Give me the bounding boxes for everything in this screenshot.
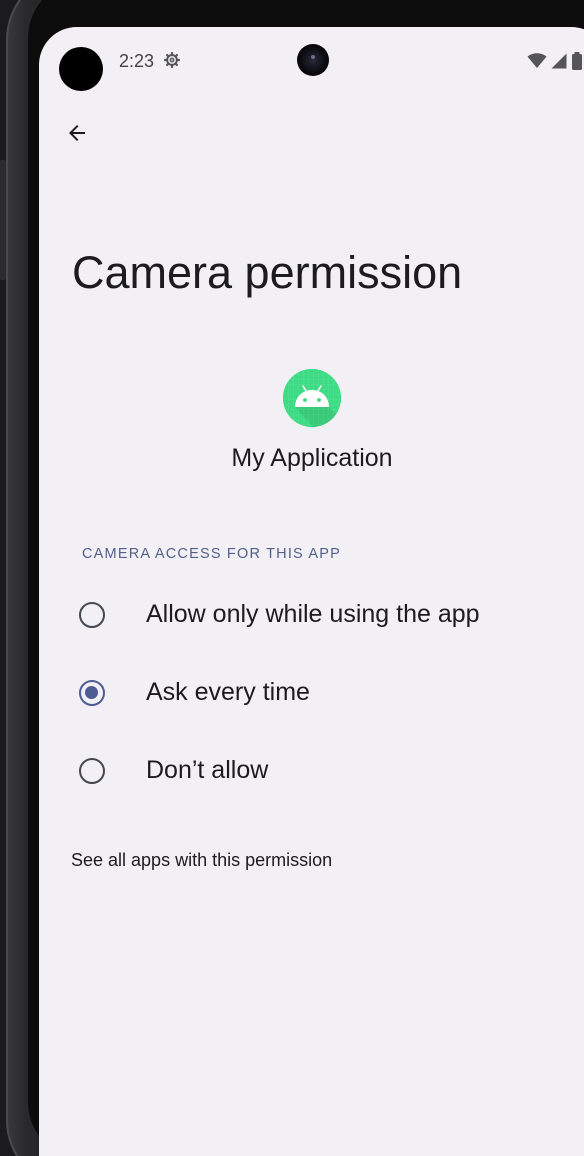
back-button[interactable] xyxy=(57,115,97,155)
wifi-icon xyxy=(527,53,547,74)
page-title: Camera permission xyxy=(72,247,463,298)
gear-icon xyxy=(163,51,181,69)
cellular-signal-icon xyxy=(551,53,567,74)
app-name: My Application xyxy=(231,444,393,472)
phone-device: 2:23 Camera permission My Application CA… xyxy=(0,0,584,1156)
radio-button[interactable] xyxy=(79,602,105,628)
option-label: Ask every time xyxy=(146,678,310,706)
android-app-icon xyxy=(283,369,341,427)
status-bar: 2:23 xyxy=(39,27,584,97)
radio-button[interactable] xyxy=(79,758,105,784)
option-dont-allow[interactable]: Don’t allow xyxy=(39,739,584,803)
status-time: 2:23 xyxy=(119,51,155,71)
see-all-apps-link[interactable]: See all apps with this permission xyxy=(71,850,332,871)
status-icons xyxy=(527,52,583,75)
option-label: Don’t allow xyxy=(146,756,269,784)
radio-button-selected[interactable] xyxy=(79,680,105,706)
option-allow-while-using[interactable]: Allow only while using the app xyxy=(39,583,584,647)
option-label: Allow only while using the app xyxy=(146,600,480,628)
status-indicator-dot xyxy=(59,47,103,91)
option-ask-every-time[interactable]: Ask every time xyxy=(39,661,584,725)
screen: 2:23 Camera permission My Application CA… xyxy=(39,27,584,1156)
front-camera xyxy=(297,44,329,76)
arrow-back-icon xyxy=(65,121,89,150)
battery-icon xyxy=(571,52,583,75)
section-header: CAMERA ACCESS FOR THIS APP xyxy=(82,546,341,562)
